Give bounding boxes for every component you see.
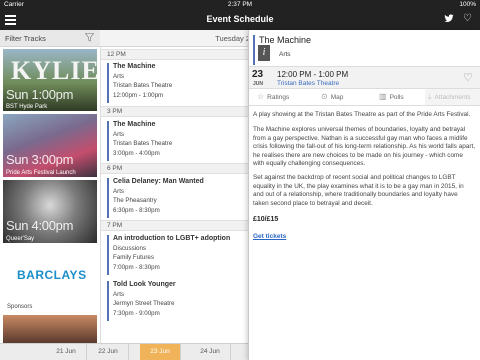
download-icon: ⤓ xyxy=(428,92,432,101)
track-tile-overlay: Sun 1:00pm xyxy=(6,87,74,102)
detail-time: 12:00 PM - 1:00 PM xyxy=(277,70,349,79)
event-track-bar xyxy=(107,235,109,275)
schedule-day-label: Tuesday 2 xyxy=(215,34,250,43)
attachments-tab[interactable]: ⤓ Attachments xyxy=(425,89,480,105)
hour-header: 7 PM xyxy=(101,220,249,231)
detail-paragraph: The Machine explores universal themes of… xyxy=(253,126,475,168)
track-tile-caption: Pride Arts Festival Launch xyxy=(6,170,76,176)
bar-chart-icon: ▥ xyxy=(379,92,387,101)
track-tile-bst-hyde-park[interactable]: KYLIE Sun 1:00pm BST Hyde Park xyxy=(3,49,97,111)
date-strip: 21 Jun 22 Jun 23 Jun 24 Jun xyxy=(40,343,248,360)
detail-track: Arts xyxy=(279,51,291,58)
event-track: Arts xyxy=(113,291,125,298)
filter-tracks-bar[interactable]: Filter Tracks xyxy=(0,30,100,47)
track-tile-headline: KYLIE xyxy=(11,56,97,85)
event-time: 6:30pm - 8:30pm xyxy=(113,207,160,214)
hour-header: 6 PM xyxy=(101,163,249,174)
event-title: An introduction to LGBT+ adoption xyxy=(113,235,231,242)
date-tab[interactable]: 22 Jun xyxy=(88,344,129,360)
polls-label: Polls xyxy=(389,94,404,101)
event-item[interactable]: The Machine Arts Tristan Bates Theatre 1… xyxy=(101,63,249,103)
date-tab-selected[interactable]: 23 Jun xyxy=(140,344,181,360)
event-item[interactable]: Celia Delaney: Man Wanted Arts The Pheas… xyxy=(101,178,249,218)
event-time: 12:00pm - 1:00pm xyxy=(113,92,164,99)
event-track: Arts xyxy=(113,73,125,80)
star-icon: ☆ xyxy=(257,92,265,101)
event-track-bar xyxy=(107,63,109,103)
event-track-bar xyxy=(107,281,109,321)
track-tile-caption: Sponsors xyxy=(7,304,33,310)
polls-tab[interactable]: ▥ Polls xyxy=(379,89,424,105)
detail-venue-link[interactable]: Tristan Bates Theatre xyxy=(277,80,339,87)
event-venue: Family Futures xyxy=(113,254,154,261)
favorites-heart-icon[interactable]: ♡ xyxy=(463,13,472,24)
date-tab[interactable]: 24 Jun xyxy=(190,344,231,360)
event-track-bar xyxy=(107,178,109,218)
date-tab[interactable]: 21 Jun xyxy=(46,344,87,360)
track-tile-overlay: Sun 3:00pm xyxy=(6,152,74,167)
map-tab[interactable]: ⊙ Map xyxy=(321,89,371,105)
track-list: KYLIE Sun 1:00pm BST Hyde Park Sun 3:00p… xyxy=(0,47,100,343)
event-title: Celia Delaney: Man Wanted xyxy=(113,178,204,185)
schedule-day-header: Tuesday 2 xyxy=(100,30,250,47)
track-tile-caption: Queer'Say xyxy=(6,236,35,242)
date-strip-spacer xyxy=(0,343,40,360)
barclays-logo: BARCLAYS xyxy=(17,268,87,282)
event-track: Discussions xyxy=(113,245,147,252)
status-time: 2:37 PM xyxy=(227,1,253,8)
event-title: The Machine xyxy=(113,63,156,70)
track-tile-pride-arts-festival[interactable]: Sun 3:00pm Pride Arts Festival Launch xyxy=(3,114,97,177)
map-pin-icon: ⊙ xyxy=(321,92,328,101)
status-bar: Carrier 2:37 PM 100% xyxy=(0,0,480,10)
event-title: The Machine xyxy=(113,121,156,128)
detail-paragraph: A play showing at the Tristan Bates Thea… xyxy=(253,111,471,118)
event-item[interactable]: Told Look Younger Arts Jermyn Street The… xyxy=(101,281,249,321)
detail-date-row: 23 JUN 12:00 PM - 1:00 PM Tristan Bates … xyxy=(249,66,480,89)
track-tile-queersay[interactable]: Sun 4:00pm Queer'Say xyxy=(3,180,97,243)
event-item[interactable]: The Machine Arts Tristan Bates Theatre 3… xyxy=(101,121,249,161)
twitter-icon[interactable] xyxy=(444,14,454,25)
track-tile-partial[interactable] xyxy=(3,315,97,343)
detail-action-tabs: ☆ Ratings ⊙ Map ▥ Polls ⤓ Attachments xyxy=(249,89,480,106)
ratings-label: Ratings xyxy=(267,94,290,101)
schedule-list: 12 PM The Machine Arts Tristan Bates The… xyxy=(100,47,249,343)
event-track: Arts xyxy=(113,131,125,138)
detail-month: JUN xyxy=(253,81,264,87)
event-venue: Jermyn Street Theatre xyxy=(113,300,175,307)
event-time: 7:00pm - 8:30pm xyxy=(113,264,160,271)
track-tile-caption: BST Hyde Park xyxy=(6,104,48,110)
ratings-tab[interactable]: ☆ Ratings xyxy=(257,89,312,105)
event-time: 7:30pm - 9:00pm xyxy=(113,310,160,317)
track-tile-overlay: Sun 4:00pm xyxy=(6,218,74,233)
attachments-label: Attachments xyxy=(434,94,471,101)
detail-price: £10/£15 xyxy=(253,216,279,223)
event-time: 3:00pm - 4:00pm xyxy=(113,150,160,157)
event-title: Told Look Younger xyxy=(113,281,176,288)
nav-bar: Event Schedule ♡ xyxy=(0,10,480,30)
event-venue: The Pheasantry xyxy=(113,197,157,204)
event-detail-panel: The Machine i Arts 23 JUN 12:00 PM - 1:0… xyxy=(248,30,480,360)
event-item[interactable]: An introduction to LGBT+ adoption Discus… xyxy=(101,235,249,275)
map-label: Map xyxy=(330,94,344,101)
event-venue: Tristan Bates Theatre xyxy=(113,82,173,89)
filter-funnel-icon[interactable] xyxy=(84,33,95,44)
favorite-heart-icon[interactable]: ♡ xyxy=(463,71,473,84)
hour-header: 3 PM xyxy=(101,106,249,117)
page-title: Event Schedule xyxy=(206,14,274,24)
get-tickets-link[interactable]: Get tickets xyxy=(253,233,286,240)
event-track: Arts xyxy=(113,188,125,195)
detail-paragraph: Set against the backdrop of recent socia… xyxy=(253,174,464,207)
battery-level: 100% xyxy=(459,1,476,8)
event-track-bar xyxy=(107,121,109,161)
event-venue: Tristan Bates Theatre xyxy=(113,140,173,147)
detail-track-bar xyxy=(253,35,255,65)
hour-header: 12 PM xyxy=(101,49,249,60)
filter-tracks-label: Filter Tracks xyxy=(5,34,46,43)
detail-day: 23 xyxy=(252,69,264,80)
detail-title: The Machine xyxy=(259,35,312,45)
info-icon: i xyxy=(258,45,270,61)
track-tile-sponsors[interactable]: BARCLAYS Sponsors xyxy=(3,246,97,311)
